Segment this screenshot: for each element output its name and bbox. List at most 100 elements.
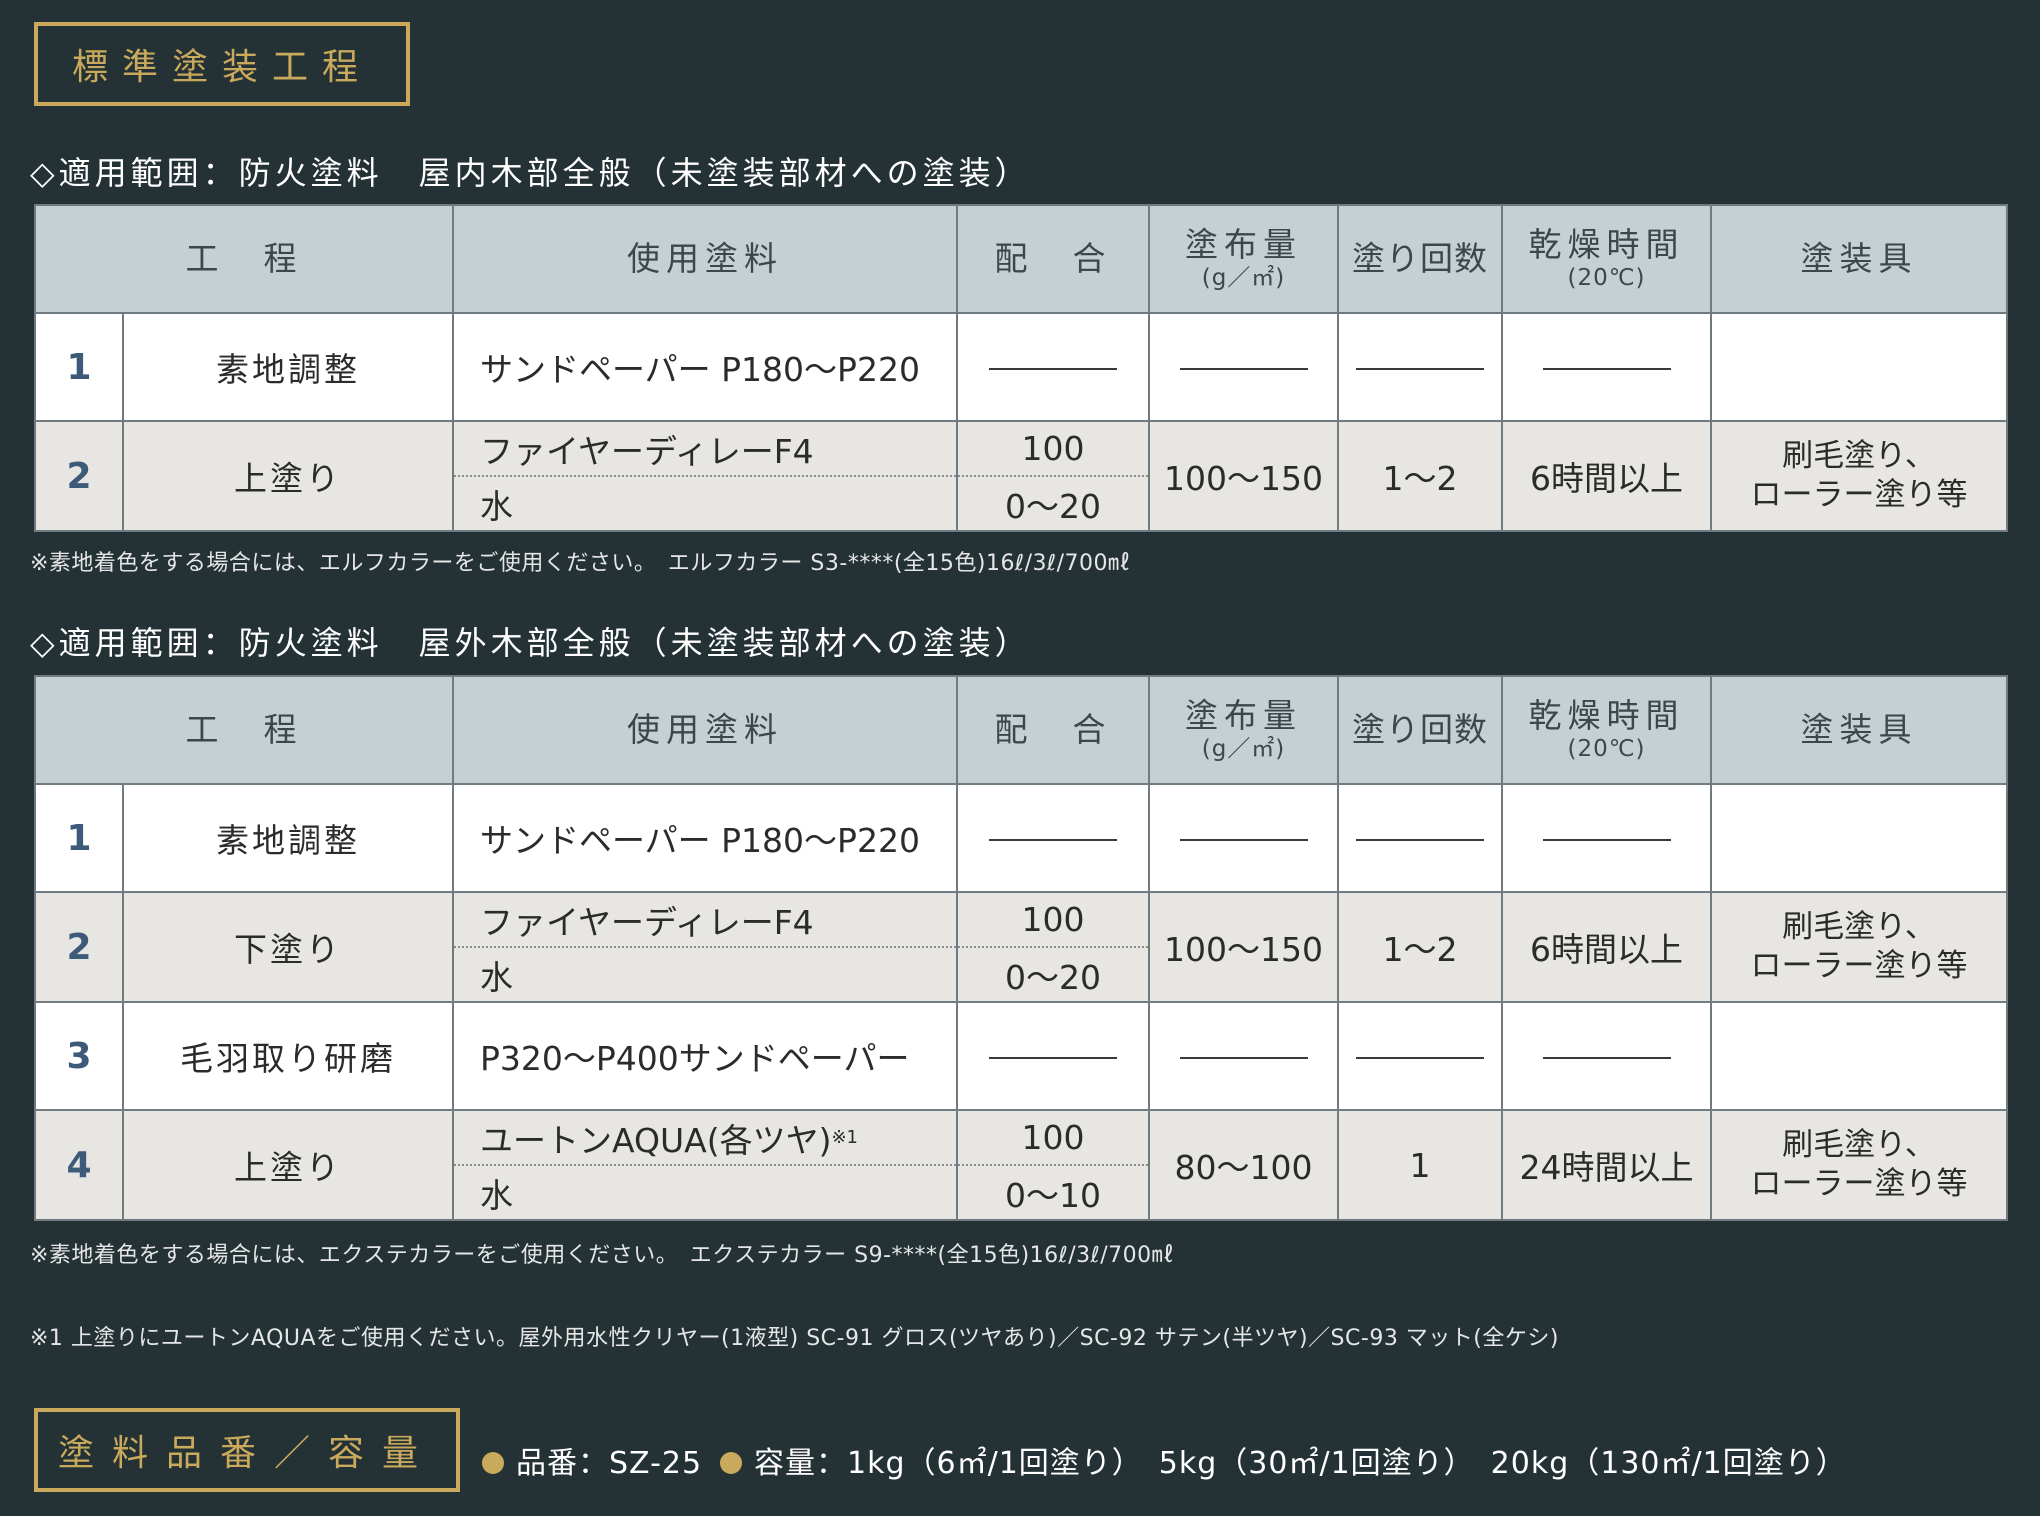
step-number: 2: [34, 891, 124, 1003]
dash-mark: [1501, 312, 1712, 422]
step-tools: [1710, 783, 2008, 893]
step-coverage: 80〜100: [1148, 1109, 1339, 1221]
step-coats: 1〜2: [1337, 891, 1503, 1003]
footnote: ※1 上塗りにユートンAQUAをご使用ください。屋外用水性クリヤー(1液型) S…: [30, 1326, 1559, 1351]
table-header-row: 工 程 使用塗料 配 合 塗布量 (g／㎡) 塗り回数 乾燥時間 (20℃) 塗装具: [34, 675, 2008, 785]
table-row: 2 下塗り ファイヤーディレーF4 水 100 0〜20 100〜150 1〜2…: [34, 891, 2008, 1003]
mix-main: 100: [959, 423, 1147, 477]
product-box: 塗料品番／容量: [34, 1408, 460, 1492]
tools-line-1: 刷毛塗り、: [1782, 1127, 1936, 1164]
step-tools: 刷毛塗り、 ローラー塗り等: [1710, 420, 2008, 532]
header-coats: 塗り回数: [1337, 204, 1503, 314]
process-table-indoor: 工 程 使用塗料 配 合 塗布量 (g／㎡) 塗り回数 乾燥時間 (20℃) 塗装具…: [34, 204, 2008, 532]
header-coats: 塗り回数: [1337, 675, 1503, 785]
paint-main: ユートンAQUA(各ツヤ) ※1: [455, 1112, 955, 1166]
header-paint: 使用塗料: [452, 675, 958, 785]
dash-mark: [1148, 1001, 1339, 1111]
table-row: 3 毛羽取り研磨 P320〜P400サンドペーパー: [34, 1001, 2008, 1111]
step-process: 下塗り: [122, 891, 454, 1003]
product-code-text: 品番：SZ-25: [516, 1446, 703, 1481]
table-header-row: 工 程 使用塗料 配 合 塗布量 (g／㎡) 塗り回数 乾燥時間 (20℃) 塗装具: [34, 204, 2008, 314]
capacity-text: 容量：1kg（6㎡/1回塗り） 5kg（30㎡/1回塗り） 20kg（130㎡/…: [754, 1446, 1847, 1481]
dash-mark: [1148, 312, 1339, 422]
step-drying: 24時間以上: [1501, 1109, 1712, 1221]
dash-mark: [956, 783, 1150, 893]
section1-heading: ◇適用範囲：防火塗料 屋内木部全般（未塗装部材への塗装）: [30, 154, 1031, 192]
process-table-outdoor: 工 程 使用塗料 配 合 塗布量 (g／㎡) 塗り回数 乾燥時間 (20℃) 塗装具…: [34, 675, 2008, 1221]
step-paint: ファイヤーディレーF4 水: [452, 891, 958, 1003]
dash-mark: [1501, 783, 1712, 893]
bullet-icon: [482, 1451, 504, 1474]
section2-heading: ◇適用範囲：防火塗料 屋外木部全般（未塗装部材への塗装）: [30, 624, 1031, 662]
paint-thinner: 水: [480, 957, 513, 997]
paint-thinner: 水: [480, 486, 513, 526]
step-tools: [1710, 1001, 2008, 1111]
step-paint: サンドペーパー P180〜P220: [452, 312, 958, 422]
step-paint: サンドペーパー P180〜P220: [452, 783, 958, 893]
table-row: 2 上塗り ファイヤーディレーF4 水 100 0〜20 100〜150 1〜2…: [34, 420, 2008, 532]
table-row: 1 素地調整 サンドペーパー P180〜P220: [34, 783, 2008, 893]
footnote-ref: ※1: [831, 1127, 858, 1148]
step-mix: 100 0〜20: [956, 420, 1150, 532]
tools-line-1: 刷毛塗り、: [1782, 438, 1936, 475]
step-number: 1: [34, 783, 124, 893]
step-drying: 6時間以上: [1501, 891, 1712, 1003]
mix-thinner: 0〜20: [1005, 957, 1101, 997]
step-process: 素地調整: [122, 312, 454, 422]
step-process: 毛羽取り研磨: [122, 1001, 454, 1111]
section2-note: ※素地着色をする場合には、エクステカラーをご使用ください。 エクステカラー S9…: [30, 1243, 1175, 1268]
step-paint: ユートンAQUA(各ツヤ) ※1 水: [452, 1109, 958, 1221]
step-number: 3: [34, 1001, 124, 1111]
title-box: 標準塗装工程: [34, 22, 410, 106]
step-paint: ファイヤーディレーF4 水: [452, 420, 958, 532]
step-number: 1: [34, 312, 124, 422]
table-row: 1 素地調整 サンドペーパー P180〜P220: [34, 312, 2008, 422]
table-row: 4 上塗り ユートンAQUA(各ツヤ) ※1 水 100 0〜10 80〜100 …: [34, 1109, 2008, 1221]
step-coverage: 100〜150: [1148, 891, 1339, 1003]
step-coats: 1: [1337, 1109, 1503, 1221]
step-paint: P320〜P400サンドペーパー: [452, 1001, 958, 1111]
dash-mark: [956, 1001, 1150, 1111]
dash-mark: [1337, 1001, 1503, 1111]
dash-mark: [956, 312, 1150, 422]
step-drying: 6時間以上: [1501, 420, 1712, 532]
header-tools: 塗装具: [1710, 204, 2008, 314]
paint-thinner: 水: [480, 1175, 513, 1215]
header-drying: 乾燥時間 (20℃): [1501, 204, 1712, 314]
header-mix: 配 合: [956, 675, 1150, 785]
section1-note: ※素地着色をする場合には、エルフカラーをご使用ください。 エルフカラー S3-*…: [30, 551, 1131, 576]
header-coverage: 塗布量 (g／㎡): [1148, 204, 1339, 314]
step-tools: 刷毛塗り、 ローラー塗り等: [1710, 1109, 2008, 1221]
tools-line-2: ローラー塗り等: [1750, 948, 1968, 984]
header-paint: 使用塗料: [452, 204, 958, 314]
bullet-icon: [720, 1451, 742, 1474]
paint-main: ファイヤーディレーF4: [455, 894, 955, 948]
step-process: 素地調整: [122, 783, 454, 893]
tools-line-1: 刷毛塗り、: [1782, 909, 1936, 946]
header-coverage: 塗布量 (g／㎡): [1148, 675, 1339, 785]
tools-line-2: ローラー塗り等: [1750, 1166, 1968, 1202]
product-code: 品番：SZ-25: [482, 1438, 702, 1482]
header-drying: 乾燥時間 (20℃): [1501, 675, 1712, 785]
step-number: 4: [34, 1109, 124, 1221]
step-mix: 100 0〜20: [956, 891, 1150, 1003]
step-mix: 100 0〜10: [956, 1109, 1150, 1221]
paint-main: ファイヤーディレーF4: [455, 423, 955, 477]
step-coats: 1〜2: [1337, 420, 1503, 532]
step-tools: 刷毛塗り、 ローラー塗り等: [1710, 891, 2008, 1003]
step-tools: [1710, 312, 2008, 422]
header-process: 工 程: [34, 204, 454, 314]
mix-main: 100: [959, 894, 1147, 948]
mix-thinner: 0〜10: [1005, 1175, 1101, 1215]
mix-thinner: 0〜20: [1005, 486, 1101, 526]
header-mix: 配 合: [956, 204, 1150, 314]
step-number: 2: [34, 420, 124, 532]
dash-mark: [1501, 1001, 1712, 1111]
header-tools: 塗装具: [1710, 675, 2008, 785]
header-process: 工 程: [34, 675, 454, 785]
dash-mark: [1148, 783, 1339, 893]
step-process: 上塗り: [122, 420, 454, 532]
dash-mark: [1337, 783, 1503, 893]
tools-line-2: ローラー塗り等: [1750, 477, 1968, 513]
mix-main: 100: [959, 1112, 1147, 1166]
